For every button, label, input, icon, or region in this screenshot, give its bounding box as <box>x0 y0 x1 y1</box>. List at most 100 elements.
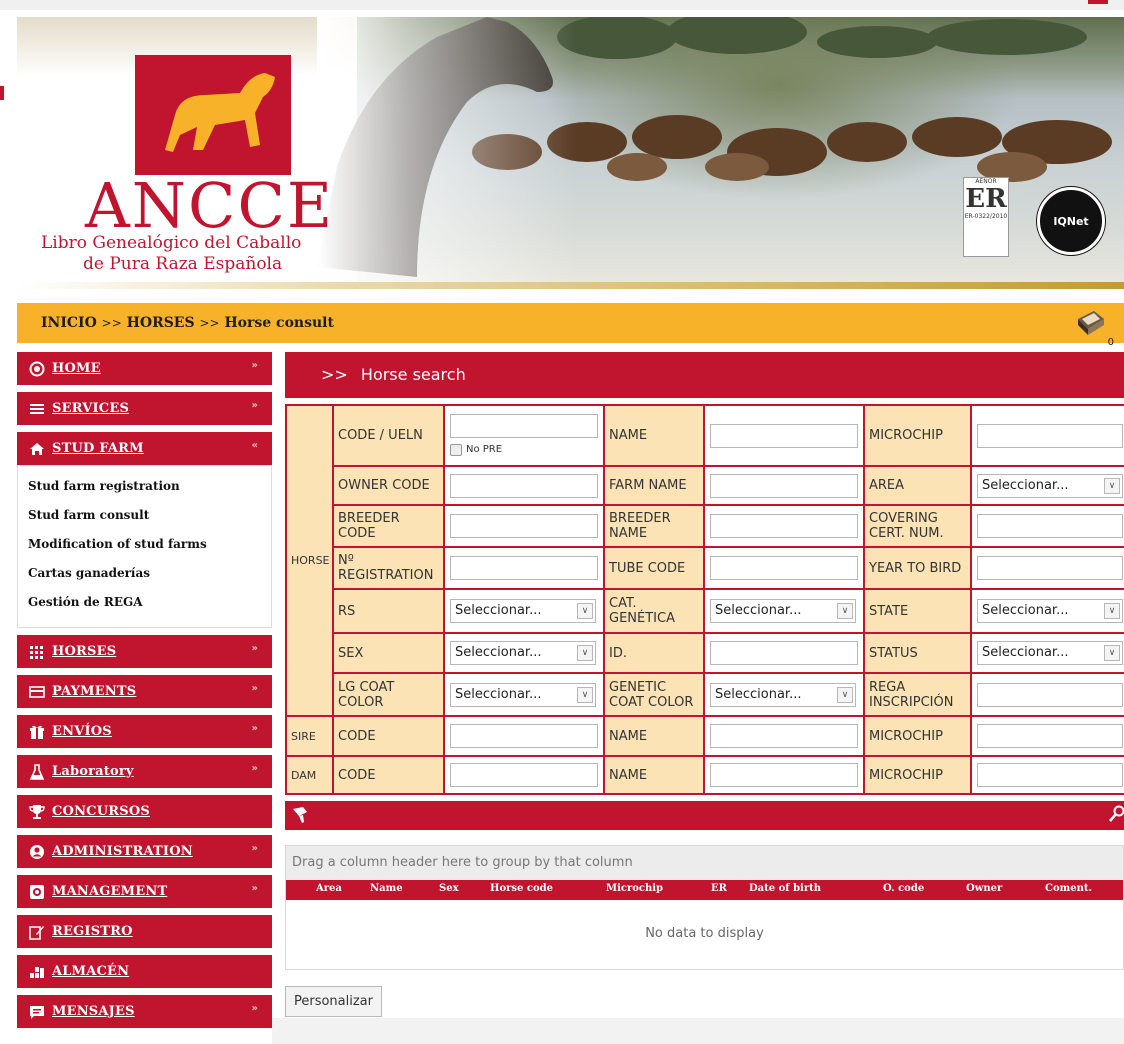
n-registration-input[interactable] <box>450 556 598 580</box>
sidebar-item-almacen[interactable]: ALMACÉN <box>17 955 272 988</box>
sidebar-item-concursos[interactable]: CONCURSOS <box>17 795 272 828</box>
sex-select[interactable]: Seleccionar... ∨ <box>450 641 596 665</box>
bottom-strip <box>272 1018 1124 1044</box>
home-icon <box>29 441 45 457</box>
id-input[interactable] <box>710 641 858 665</box>
chevron-double-down-icon: » <box>251 843 258 854</box>
state-select[interactable]: Seleccionar... ∨ <box>977 599 1123 623</box>
column-header-area[interactable]: Area <box>316 883 342 894</box>
genetic-coat-color-select[interactable]: Seleccionar... ∨ <box>710 682 856 707</box>
column-header-date-of-birth[interactable]: Date of birth <box>749 883 821 894</box>
search-panel-footer <box>285 801 1124 830</box>
sire-name-input[interactable] <box>710 724 858 748</box>
chevron-double-down-icon: » <box>251 1003 258 1014</box>
chevron-down-icon: ∨ <box>577 645 593 661</box>
personalizar-button[interactable]: Personalizar <box>285 986 382 1017</box>
label-breeder-name: BREEDER NAME <box>603 504 705 548</box>
sidebar-item-envios[interactable]: ENVÍOS » <box>17 715 272 748</box>
group-by-panel[interactable]: Drag a column header here to group by th… <box>286 846 1123 880</box>
rs-select[interactable]: Seleccionar... ∨ <box>450 599 596 623</box>
status-select[interactable]: Seleccionar... ∨ <box>977 641 1123 665</box>
column-header-coment[interactable]: Coment. <box>1045 883 1092 894</box>
sidebar-item-mensajes[interactable]: MENSAJES » <box>17 995 272 1028</box>
sire-code-input[interactable] <box>450 724 598 748</box>
settings-box-icon <box>29 884 45 900</box>
sidebar-item-horses[interactable]: HORSES » <box>17 635 272 668</box>
chevron-double-down-icon: » <box>251 883 258 894</box>
area-select[interactable]: Seleccionar... ∨ <box>977 473 1123 498</box>
no-pre-checkbox[interactable]: No PRE <box>450 442 598 457</box>
submenu-item-gestion-rega[interactable]: Gestión de REGA <box>18 588 271 617</box>
farm-name-input[interactable] <box>710 473 858 498</box>
column-header-name[interactable]: Name <box>370 883 403 894</box>
microchip-input[interactable] <box>977 423 1123 448</box>
dam-name-input[interactable] <box>710 763 858 787</box>
brand-name: ANCCE <box>85 169 335 242</box>
year-to-bird-input[interactable] <box>977 556 1123 580</box>
chevron-double-down-icon: » <box>251 400 258 411</box>
chevron-down-icon: ∨ <box>577 686 593 703</box>
column-header-sex[interactable]: Sex <box>439 883 459 894</box>
language-flag-icon[interactable] <box>1088 0 1108 4</box>
submenu-item-stud-farm-consult[interactable]: Stud farm consult <box>18 501 271 530</box>
sire-microchip-input[interactable] <box>977 724 1123 748</box>
sidebar-item-home[interactable]: HOME » <box>17 352 272 385</box>
breeder-name-input[interactable] <box>710 514 858 538</box>
sidebar-item-payments[interactable]: PAYMENTS » <box>17 675 272 708</box>
submenu-item-cartas-ganaderias[interactable]: Cartas ganaderías <box>18 559 271 588</box>
sidebar-item-registro[interactable]: REGISTRO <box>17 915 272 948</box>
breadcrumb-home[interactable]: INICIO <box>41 315 97 331</box>
lg-coat-color-select[interactable]: Seleccionar... ∨ <box>450 682 596 707</box>
column-header-er[interactable]: ER <box>711 883 727 894</box>
sidebar-item-label: REGISTRO <box>52 924 133 939</box>
breadcrumb-section[interactable]: HORSES <box>127 315 195 331</box>
sidebar-item-management[interactable]: MANAGEMENT » <box>17 875 272 908</box>
top-strip <box>0 0 1124 10</box>
checkbox-box[interactable] <box>450 443 462 456</box>
credit-card-icon <box>29 684 45 700</box>
chevron-double-down-icon: » <box>251 683 258 694</box>
label-sire-microchip: MICROCHIP <box>863 715 972 757</box>
submenu-item-stud-farm-registration[interactable]: Stud farm registration <box>18 472 271 501</box>
submenu-item-modification-stud-farms[interactable]: Modification of stud farms <box>18 530 271 559</box>
label-sex: SEX <box>332 632 445 674</box>
list-icon <box>29 401 45 417</box>
sidebar-item-administration[interactable]: ADMINISTRATION » <box>17 835 272 868</box>
banner-fade <box>317 17 577 289</box>
no-pre-label: No PRE <box>466 444 503 455</box>
name-input[interactable] <box>710 423 858 448</box>
stud-farm-submenu: Stud farm registration Stud farm consult… <box>17 465 272 628</box>
cat-genetica-select[interactable]: Seleccionar... ∨ <box>710 599 856 623</box>
clear-broom-icon[interactable] <box>291 806 309 824</box>
label-dam-microchip: MICROCHIP <box>863 755 972 795</box>
chevron-down-icon: ∨ <box>837 603 853 619</box>
code-ueln-input[interactable] <box>450 414 598 438</box>
rega-inscripcion-input[interactable] <box>977 682 1123 707</box>
column-header-owner[interactable]: Owner <box>966 883 1002 894</box>
circle-dot-icon <box>29 361 45 377</box>
sidebar-item-laboratory[interactable]: Laboratory » <box>17 755 272 788</box>
owner-code-input[interactable] <box>450 473 598 498</box>
cart-icon[interactable]: 0 <box>1074 307 1114 348</box>
select-value: Seleccionar... <box>982 645 1069 660</box>
search-panel-title: Horse search <box>360 365 466 384</box>
covering-cert-input[interactable] <box>977 514 1123 538</box>
results-grid: Drag a column header here to group by th… <box>285 845 1124 970</box>
sidebar-item-stud-farm[interactable]: STUD FARM « <box>17 432 272 465</box>
column-header-microchip[interactable]: Microchip <box>606 883 663 894</box>
column-header-o-code[interactable]: O. code <box>883 883 924 894</box>
message-icon <box>29 1004 45 1020</box>
sidebar-item-label: ALMACÉN <box>52 964 130 979</box>
sidebar-item-label: MANAGEMENT <box>52 884 168 899</box>
group-label-sire: SIRE <box>285 715 334 757</box>
dam-microchip-input[interactable] <box>977 763 1123 787</box>
sidebar-item-services[interactable]: SERVICES » <box>17 392 272 425</box>
tube-code-input[interactable] <box>710 556 858 580</box>
chevron-double-down-icon: » <box>251 723 258 734</box>
breeder-code-input[interactable] <box>450 514 598 538</box>
label-farm-name: FARM NAME <box>603 465 705 506</box>
column-header-horse-code[interactable]: Horse code <box>490 883 553 894</box>
search-icon[interactable] <box>1108 805 1124 823</box>
label-year-to-bird: YEAR TO BIRD <box>863 546 972 590</box>
dam-code-input[interactable] <box>450 763 598 787</box>
